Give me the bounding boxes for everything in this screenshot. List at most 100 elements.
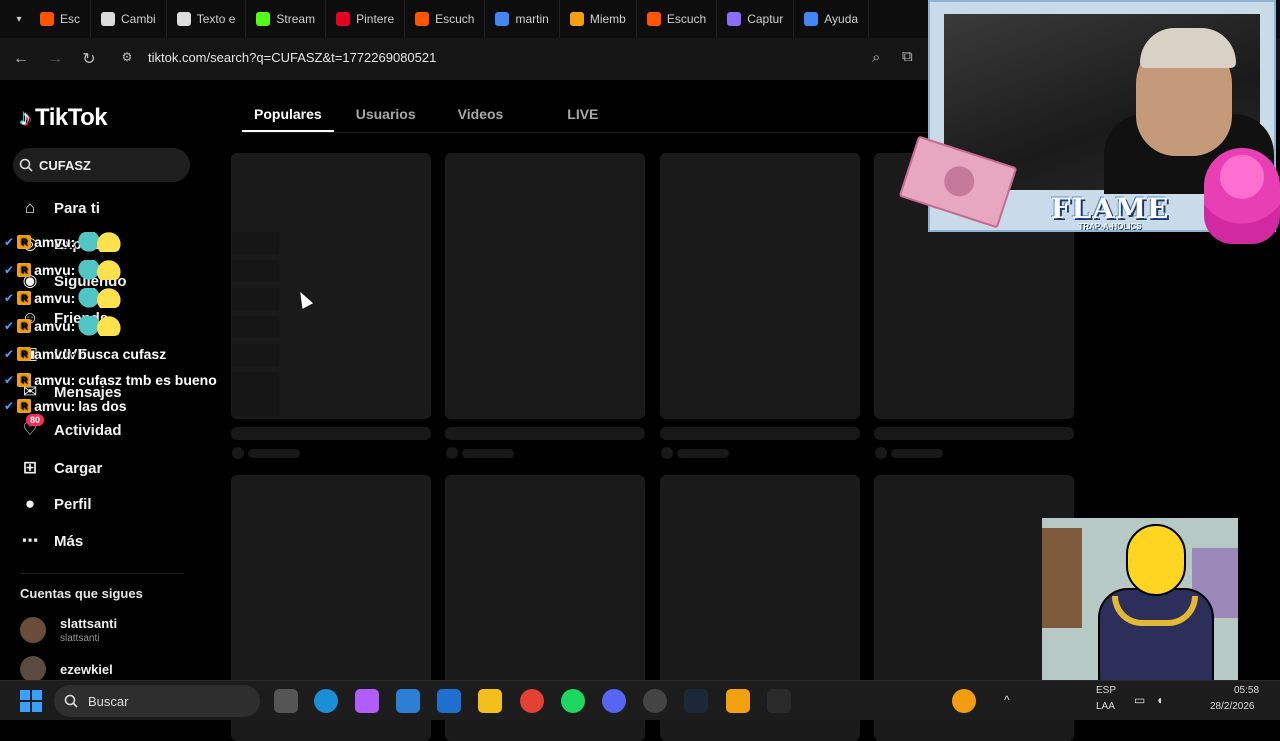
chat-username: amvu: bbox=[34, 372, 76, 388]
browser-tab-label: Captur bbox=[747, 12, 784, 26]
tab-favicon-icon bbox=[101, 12, 116, 26]
copilot-icon[interactable] bbox=[355, 689, 379, 713]
browser-tab-label: Escuch bbox=[435, 12, 475, 26]
tab-search-dropdown-icon[interactable]: ▾ bbox=[8, 8, 30, 30]
file-explorer-icon[interactable] bbox=[478, 689, 502, 713]
tab-usuarios[interactable]: Usuarios bbox=[344, 80, 428, 132]
chat-message: ✔ Ramvu: bbox=[4, 316, 123, 336]
chat-username: amvu: bbox=[34, 234, 76, 250]
rockstar-icon[interactable] bbox=[726, 689, 750, 713]
chat-emote-icon bbox=[78, 260, 123, 280]
tab-favicon-icon bbox=[40, 12, 54, 26]
store-icon[interactable] bbox=[396, 689, 420, 713]
more-icon: ⋯ bbox=[21, 531, 39, 550]
account-item[interactable]: ezewkiel bbox=[20, 656, 113, 682]
shelf-illustration bbox=[1042, 528, 1082, 628]
browser-tab[interactable]: martin bbox=[485, 0, 560, 38]
browser-tab[interactable]: Texto e bbox=[167, 0, 247, 38]
notification-app-icon[interactable] bbox=[952, 689, 976, 713]
chat-message: ✔ Ramvu: cufasz tmb es bueno bbox=[4, 372, 217, 388]
sidebar-item-profile[interactable]: ● Perfil bbox=[20, 494, 92, 514]
install-app-icon[interactable]: ⧉ bbox=[902, 48, 913, 65]
chrome-icon[interactable] bbox=[520, 689, 544, 713]
tiktok-note-icon: ♪ bbox=[20, 105, 31, 130]
browser-tab[interactable]: Miemb bbox=[560, 0, 637, 38]
taskbar-search[interactable]: Buscar bbox=[54, 685, 260, 717]
browser-tab-label: Stream bbox=[276, 12, 316, 26]
network-icon[interactable]: ▭ bbox=[1134, 693, 1145, 707]
video-card-placeholder[interactable] bbox=[445, 153, 645, 419]
reload-icon[interactable]: ↻ bbox=[72, 49, 106, 69]
outlook-icon[interactable] bbox=[437, 689, 461, 713]
caption-placeholder bbox=[445, 427, 645, 440]
tab-favicon-icon bbox=[727, 12, 742, 26]
browser-tab[interactable]: Stream bbox=[246, 0, 327, 38]
vectorworks-icon[interactable] bbox=[767, 689, 791, 713]
edge-icon[interactable] bbox=[314, 689, 338, 713]
author-placeholder bbox=[891, 449, 943, 458]
tab-videos[interactable]: Videos bbox=[446, 80, 516, 132]
site-info-icon[interactable]: ⚙ bbox=[110, 50, 144, 64]
activity-icon: ♡ 80 bbox=[20, 414, 45, 440]
tray-chevron-icon[interactable]: ^ bbox=[1004, 693, 1010, 707]
skeleton-line bbox=[232, 288, 279, 310]
sidebar-item-home[interactable]: ⌂ Para ti bbox=[20, 198, 100, 218]
tab-live[interactable]: LIVE bbox=[555, 80, 610, 132]
discord-icon[interactable] bbox=[602, 689, 626, 713]
search-value: CUFASZ bbox=[39, 157, 91, 173]
results-tabs: Populares Usuarios Videos LIVE bbox=[242, 80, 610, 132]
chat-badge-icon: R bbox=[17, 263, 32, 277]
task-view-icon[interactable] bbox=[274, 689, 298, 713]
sidebar-item-label: Perfil bbox=[54, 495, 92, 513]
tab-populares[interactable]: Populares bbox=[242, 80, 334, 132]
clock-time[interactable]: 05:58 bbox=[1234, 685, 1259, 696]
obs-icon[interactable] bbox=[643, 689, 667, 713]
browser-tab[interactable]: Ayuda bbox=[794, 0, 870, 38]
tab-favicon-icon bbox=[569, 12, 584, 26]
browser-tab[interactable]: Pintere bbox=[326, 0, 406, 38]
account-item[interactable]: slattsanti slattsanti bbox=[20, 616, 117, 644]
spotify-icon[interactable] bbox=[561, 689, 585, 713]
volume-icon[interactable]: ◖ bbox=[1156, 693, 1163, 707]
forward-icon[interactable]: → bbox=[38, 50, 72, 68]
chat-username: amvu: bbox=[34, 346, 76, 362]
profile-icon: ● bbox=[24, 494, 36, 513]
verified-check-icon: ✔ bbox=[4, 399, 15, 413]
search-input[interactable]: CUFASZ bbox=[13, 148, 190, 182]
tiktok-logo[interactable]: ♪ TikTok bbox=[20, 104, 108, 132]
sidebar-item-activity[interactable]: ♡ 80 Actividad bbox=[20, 414, 122, 440]
sidebar-item-upload[interactable]: ⊞ Cargar bbox=[20, 458, 102, 478]
browser-tab[interactable]: Esc bbox=[30, 0, 92, 38]
tab-list: Esc Cambi Texto e Stream Pintere Escuch martin… bbox=[30, 0, 870, 38]
language-indicator[interactable]: ESP bbox=[1096, 685, 1116, 696]
region-indicator[interactable]: LAA bbox=[1096, 701, 1115, 712]
chat-badge-icon: R bbox=[17, 319, 32, 333]
search-icon bbox=[19, 158, 33, 172]
skeleton-line bbox=[232, 260, 279, 282]
following-accounts-title: Cuentas que sigues bbox=[20, 586, 143, 601]
browser-tab[interactable]: Cambi bbox=[91, 0, 167, 38]
chat-message: ✔ Ramvu: busca cufasz bbox=[4, 346, 166, 362]
zoom-icon[interactable]: ⌕ bbox=[872, 49, 880, 66]
chat-emote-icon bbox=[78, 316, 123, 336]
video-card-placeholder[interactable] bbox=[660, 153, 860, 419]
verified-check-icon: ✔ bbox=[4, 291, 15, 305]
sidebar-item-more[interactable]: ⋯ Más bbox=[20, 531, 84, 551]
clock-date[interactable]: 28/2/2026 bbox=[1210, 701, 1255, 712]
back-icon[interactable]: ← bbox=[4, 50, 38, 68]
browser-tab[interactable]: Escuch bbox=[637, 0, 718, 38]
skeleton-line bbox=[232, 394, 279, 416]
browser-tab[interactable]: Escuch bbox=[405, 0, 486, 38]
browser-tab[interactable]: Captur bbox=[717, 0, 795, 38]
avatar-placeholder bbox=[232, 447, 244, 459]
steam-icon[interactable] bbox=[684, 689, 708, 713]
verified-check-icon: ✔ bbox=[4, 347, 15, 361]
account-name: ezewkiel bbox=[60, 661, 113, 677]
windows-start-icon[interactable] bbox=[20, 690, 42, 712]
url-field[interactable]: tiktok.com/search?q=CUFASZ&t=17722690805… bbox=[148, 50, 436, 65]
tab-favicon-icon bbox=[415, 12, 430, 26]
chat-text: busca cufasz bbox=[78, 346, 167, 362]
tab-favicon-icon bbox=[646, 12, 661, 26]
chat-message: ✔ Ramvu: las dos bbox=[4, 398, 127, 414]
skeleton-line bbox=[232, 232, 279, 254]
